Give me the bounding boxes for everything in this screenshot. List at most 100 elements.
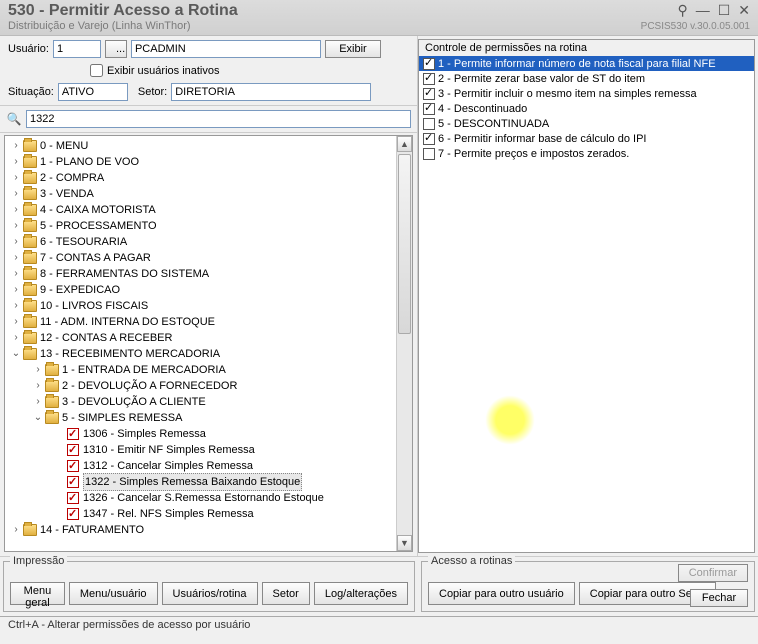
chevron-right-icon[interactable]: ›: [9, 282, 23, 298]
permission-item[interactable]: 6 - Permitir informar base de cálculo do…: [419, 131, 754, 146]
tree-node[interactable]: › 6 - TESOURARIA: [5, 234, 412, 250]
confirmar-button[interactable]: Confirmar: [678, 564, 748, 582]
chevron-right-icon[interactable]: ›: [9, 138, 23, 154]
setor-button[interactable]: Setor: [262, 582, 310, 605]
minimize-icon[interactable]: —: [696, 2, 710, 19]
permission-item[interactable]: 5 - DESCONTINUADA: [419, 116, 754, 131]
tree-node[interactable]: ⌄5 - SIMPLES REMESSA: [5, 410, 412, 426]
tree-node[interactable]: › 14 - FATURAMENTO: [5, 522, 412, 538]
routine-checkbox[interactable]: [67, 444, 79, 456]
permission-item[interactable]: 2 - Permite zerar base valor de ST do it…: [419, 71, 754, 86]
scroll-thumb[interactable]: [398, 154, 411, 334]
chevron-down-icon[interactable]: ⌄: [31, 410, 45, 426]
menu-usuario-button[interactable]: Menu/usuário: [69, 582, 158, 605]
tree-node-label: 1322 - Simples Remessa Baixando Estoque: [83, 473, 302, 491]
tree-node[interactable]: ›4 - CAIXA MOTORISTA: [5, 202, 412, 218]
permission-checkbox[interactable]: [423, 103, 435, 115]
situacao-label: Situação:: [8, 86, 54, 98]
fechar-button[interactable]: Fechar: [690, 589, 748, 607]
permission-checkbox[interactable]: [423, 148, 435, 160]
routine-checkbox[interactable]: [67, 460, 79, 472]
situacao-input[interactable]: [58, 83, 128, 101]
tree-node[interactable]: 1322 - Simples Remessa Baixando Estoque: [5, 474, 412, 490]
tree-node[interactable]: ›0 - MENU: [5, 138, 412, 154]
permission-checkbox[interactable]: [423, 58, 435, 70]
maximize-icon[interactable]: ☐: [718, 2, 731, 19]
chevron-down-icon[interactable]: ⌄: [9, 346, 23, 362]
tree-node-label: 1 - ENTRADA DE MERCADORIA: [62, 362, 226, 378]
user-name-input[interactable]: [131, 40, 321, 58]
tree-node[interactable]: ›11 - ADM. INTERNA DO ESTOQUE: [5, 314, 412, 330]
chevron-right-icon[interactable]: ›: [9, 314, 23, 330]
routine-checkbox[interactable]: [67, 508, 79, 520]
routine-tree[interactable]: ›0 - MENU›1 - PLANO DE VOO›2 - COMPRA›3 …: [5, 136, 412, 540]
chevron-right-icon[interactable]: ›: [9, 522, 23, 538]
tree-node[interactable]: 1306 - Simples Remessa: [5, 426, 412, 442]
chevron-right-icon[interactable]: ›: [9, 170, 23, 186]
permission-checkbox[interactable]: [423, 73, 435, 85]
tree-node[interactable]: ›3 - DEVOLUÇÃO A CLIENTE: [5, 394, 412, 410]
tree-node[interactable]: ›2 - COMPRA: [5, 170, 412, 186]
tree-node-label: 6 - TESOURARIA: [40, 234, 127, 250]
folder-icon: [23, 252, 37, 264]
folder-icon: [23, 332, 37, 344]
chevron-right-icon[interactable]: ›: [9, 154, 23, 170]
search-input[interactable]: [26, 110, 411, 128]
tree-node-label: 9 - EXPEDICAO: [40, 282, 120, 298]
tree-node[interactable]: › 1 - ENTRADA DE MERCADORIA: [5, 362, 412, 378]
tree-node[interactable]: ›10 - LIVROS FISCAIS: [5, 298, 412, 314]
inactive-users-checkbox[interactable]: [90, 64, 103, 77]
copiar-usuario-button[interactable]: Copiar para outro usuário: [428, 582, 575, 605]
pin-icon[interactable]: ⚲: [677, 2, 687, 19]
close-icon[interactable]: ✕: [738, 2, 750, 19]
scroll-down-icon[interactable]: ▼: [397, 535, 412, 551]
permission-item[interactable]: 4 - Descontinuado: [419, 101, 754, 116]
permission-checkbox[interactable]: [423, 133, 435, 145]
tree-node[interactable]: ›12 - CONTAS A RECEBER: [5, 330, 412, 346]
tree-node[interactable]: ›8 - FERRAMENTAS DO SISTEMA: [5, 266, 412, 282]
chevron-right-icon[interactable]: ›: [31, 362, 45, 378]
tree-node[interactable]: ⌄13 - RECEBIMENTO MERCADORIA: [5, 346, 412, 362]
show-button[interactable]: Exibir: [325, 40, 381, 58]
tree-node[interactable]: 1310 - Emitir NF Simples Remessa: [5, 442, 412, 458]
permission-item[interactable]: 1 - Permite informar número de nota fisc…: [419, 56, 754, 71]
chevron-right-icon[interactable]: ›: [9, 298, 23, 314]
chevron-right-icon[interactable]: ›: [9, 234, 23, 250]
chevron-right-icon[interactable]: ›: [9, 266, 23, 282]
chevron-right-icon[interactable]: ›: [31, 378, 45, 394]
tree-node[interactable]: 1347 - Rel. NFS Simples Remessa: [5, 506, 412, 522]
tree-node[interactable]: 1326 - Cancelar S.Remessa Estornando Est…: [5, 490, 412, 506]
routine-checkbox[interactable]: [67, 476, 79, 488]
menu-geral-button[interactable]: Menu geral: [10, 582, 65, 605]
chevron-right-icon[interactable]: ›: [31, 394, 45, 410]
chevron-right-icon[interactable]: ›: [9, 186, 23, 202]
scroll-up-icon[interactable]: ▲: [397, 136, 412, 152]
permission-item[interactable]: 3 - Permitir incluir o mesmo item na sim…: [419, 86, 754, 101]
tree-node-label: 14 - FATURAMENTO: [40, 522, 144, 538]
user-code-input[interactable]: [53, 40, 101, 58]
chevron-right-icon[interactable]: ›: [9, 250, 23, 266]
routine-checkbox[interactable]: [67, 428, 79, 440]
tree-node[interactable]: › 9 - EXPEDICAO: [5, 282, 412, 298]
tree-node[interactable]: ›1 - PLANO DE VOO: [5, 154, 412, 170]
tree-node[interactable]: ›3 - VENDA: [5, 186, 412, 202]
user-lookup-button[interactable]: ...: [105, 40, 127, 58]
tree-node[interactable]: 1312 - Cancelar Simples Remessa: [5, 458, 412, 474]
permission-checkbox[interactable]: [423, 88, 435, 100]
permissions-list[interactable]: 1 - Permite informar número de nota fisc…: [419, 56, 754, 552]
chevron-right-icon[interactable]: ›: [9, 202, 23, 218]
setor-input[interactable]: [171, 83, 371, 101]
permission-checkbox[interactable]: [423, 118, 435, 130]
chevron-right-icon[interactable]: ›: [9, 330, 23, 346]
chevron-right-icon[interactable]: ›: [9, 218, 23, 234]
permission-item[interactable]: 7 - Permite preços e impostos zerados.: [419, 146, 754, 161]
log-alteracoes-button[interactable]: Log/alterações: [314, 582, 408, 605]
routine-checkbox[interactable]: [67, 492, 79, 504]
user-label: Usuário:: [8, 43, 49, 55]
folder-icon: [23, 140, 37, 152]
tree-node[interactable]: ›2 - DEVOLUÇÃO A FORNECEDOR: [5, 378, 412, 394]
tree-node[interactable]: ›7 - CONTAS A PAGAR: [5, 250, 412, 266]
tree-node[interactable]: ›5 - PROCESSAMENTO: [5, 218, 412, 234]
tree-scrollbar[interactable]: ▲ ▼: [396, 136, 412, 551]
usuarios-rotina-button[interactable]: Usuários/rotina: [162, 582, 258, 605]
